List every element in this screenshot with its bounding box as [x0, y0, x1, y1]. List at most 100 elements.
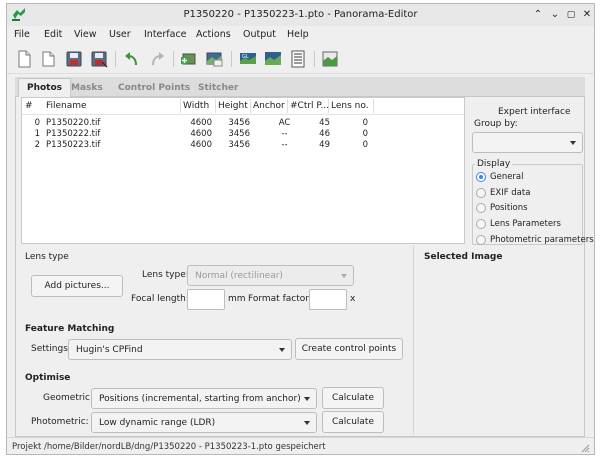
table-row[interactable]: 2 P1350223.tif 4600 3456 -- 49 0: [22, 140, 464, 150]
restore-button[interactable]: ⌄: [548, 8, 562, 22]
column-divider: [180, 99, 181, 113]
cell-filename: P1350223.tif: [46, 140, 101, 150]
cp-detector-value: Hugin's CPFind: [76, 345, 143, 355]
resize-grip-icon[interactable]: [580, 443, 590, 453]
tab-stitcher[interactable]: Stitcher: [190, 79, 246, 97]
fast-preview-icon[interactable]: GL: [238, 49, 258, 69]
tab-bar: Photos Masks Control Points Stitcher: [15, 77, 585, 98]
add-pictures-button[interactable]: Add pictures...: [31, 275, 123, 297]
radio-checked-icon: [476, 172, 486, 182]
settings-label: Settings:: [31, 344, 71, 354]
toolbar-separator: [173, 51, 174, 67]
add-images-icon[interactable]: [179, 49, 199, 69]
geometric-calculate-button[interactable]: Calculate: [322, 387, 384, 409]
save-icon[interactable]: [64, 49, 84, 69]
display-option-label: Photometric parameters: [490, 235, 594, 245]
column-divider: [250, 99, 251, 113]
create-control-points-button[interactable]: Create control points: [295, 338, 403, 360]
menu-view[interactable]: View: [74, 29, 97, 40]
column-header-width[interactable]: Width: [183, 101, 209, 111]
focal-length-unit: mm: [228, 294, 246, 304]
redo-icon[interactable]: [147, 49, 167, 69]
menu-interface[interactable]: Interface: [144, 29, 187, 40]
new-project-icon[interactable]: [14, 49, 34, 69]
image-table[interactable]: # Filename Width Height Anchor #Ctrl P..…: [21, 97, 465, 244]
column-divider: [328, 99, 329, 113]
geometric-optimise-value: Positions (incremental, starting from an…: [99, 394, 301, 404]
save-as-icon[interactable]: [89, 49, 109, 69]
column-header-filename[interactable]: Filename: [46, 101, 87, 111]
photometric-optimise-select[interactable]: Low dynamic range (LDR): [91, 412, 317, 433]
format-factor-input[interactable]: [309, 289, 347, 310]
column-header-lens-no[interactable]: Lens no.: [331, 101, 369, 111]
menu-help[interactable]: Help: [287, 29, 309, 40]
group-by-label: Group by:: [474, 119, 518, 129]
menu-bar: File Edit View User Interface Actions Ou…: [7, 26, 594, 44]
column-divider: [373, 99, 374, 113]
menu-output[interactable]: Output: [243, 29, 276, 40]
close-button[interactable]: ✕: [580, 8, 594, 22]
menu-edit[interactable]: Edit: [44, 29, 62, 40]
photometric-calculate-button[interactable]: Calculate: [322, 411, 384, 433]
table-row[interactable]: 0 P1350220.tif 4600 3456 AC 45 0: [22, 118, 464, 128]
geometric-optimise-select[interactable]: Positions (incremental, starting from an…: [91, 388, 317, 409]
status-bar: Projekt /home/Bilder/nordLB/dng/P1350220…: [7, 437, 594, 455]
group-by-select[interactable]: [472, 132, 583, 153]
column-divider: [215, 99, 216, 113]
tab-masks[interactable]: Masks: [63, 79, 111, 97]
column-header-anchor[interactable]: Anchor: [253, 101, 285, 111]
toolbar-separator: [231, 51, 232, 67]
display-label: Display: [475, 159, 513, 169]
cell-height: 3456: [228, 129, 250, 139]
title-bar[interactable]: P1350220 - P1350223-1.pto - Panorama-Edi…: [7, 4, 594, 26]
table-header: # Filename Width Height Anchor #Ctrl P..…: [22, 98, 464, 115]
layout-icon[interactable]: [288, 49, 308, 69]
undo-icon[interactable]: [122, 49, 142, 69]
menu-file[interactable]: File: [14, 29, 30, 40]
column-divider: [287, 99, 288, 113]
column-header-ctrl-points[interactable]: #Ctrl P...: [290, 101, 329, 111]
lens-type-select[interactable]: Normal (rectilinear): [187, 265, 354, 286]
radio-icon: [476, 188, 486, 198]
column-header-index[interactable]: #: [25, 101, 33, 111]
radio-icon: [476, 219, 486, 229]
minimize-button[interactable]: ⌃: [531, 8, 545, 22]
cell-lens-no: 0: [362, 140, 368, 150]
table-row[interactable]: 1 P1350222.tif 4600 3456 -- 46 0: [22, 129, 464, 139]
expert-interface-label: Expert interface: [498, 107, 571, 117]
photometric-label: Photometric:: [31, 417, 89, 427]
lens-type-label: Lens type:: [142, 270, 189, 280]
cell-index: 1: [34, 129, 40, 139]
svg-text:GL: GL: [242, 54, 249, 60]
selected-image-preview: [416, 267, 582, 432]
cell-height: 3456: [228, 140, 250, 150]
menu-user[interactable]: User: [109, 29, 131, 40]
display-options-panel: Expert interface Group by: Display Gener…: [472, 98, 594, 246]
cell-ctrl-points: 45: [319, 118, 330, 128]
chevron-down-icon: [304, 397, 310, 401]
panel-divider: [413, 245, 414, 435]
lens-type-value: Normal (rectilinear): [195, 271, 283, 281]
menu-actions[interactable]: Actions: [196, 29, 231, 40]
display-option-label: EXIF data: [490, 188, 531, 198]
cell-ctrl-points: 46: [319, 129, 330, 139]
lens-type-section-title: Lens type: [25, 252, 69, 262]
window-title: P1350220 - P1350223-1.pto - Panorama-Edi…: [183, 9, 418, 20]
stitch-icon[interactable]: [320, 49, 340, 69]
radio-icon: [476, 235, 486, 245]
format-factor-label: Format factor:: [248, 294, 312, 304]
tab-control-points[interactable]: Control Points: [110, 79, 198, 97]
selected-image-title: Selected Image: [424, 252, 503, 262]
gl-preview-icon[interactable]: [263, 49, 283, 69]
remove-images-icon[interactable]: [204, 49, 224, 69]
cell-width: 4600: [190, 129, 212, 139]
column-header-height[interactable]: Height: [218, 101, 248, 111]
toolbar-separator: [115, 51, 116, 67]
focal-length-input[interactable]: [187, 289, 225, 310]
cp-detector-select[interactable]: Hugin's CPFind: [68, 339, 292, 360]
maximize-button[interactable]: ▢: [564, 8, 578, 22]
open-project-icon[interactable]: [39, 49, 59, 69]
cell-width: 4600: [190, 140, 212, 150]
display-option-label: Positions: [490, 203, 528, 213]
chevron-down-icon: [570, 141, 576, 145]
